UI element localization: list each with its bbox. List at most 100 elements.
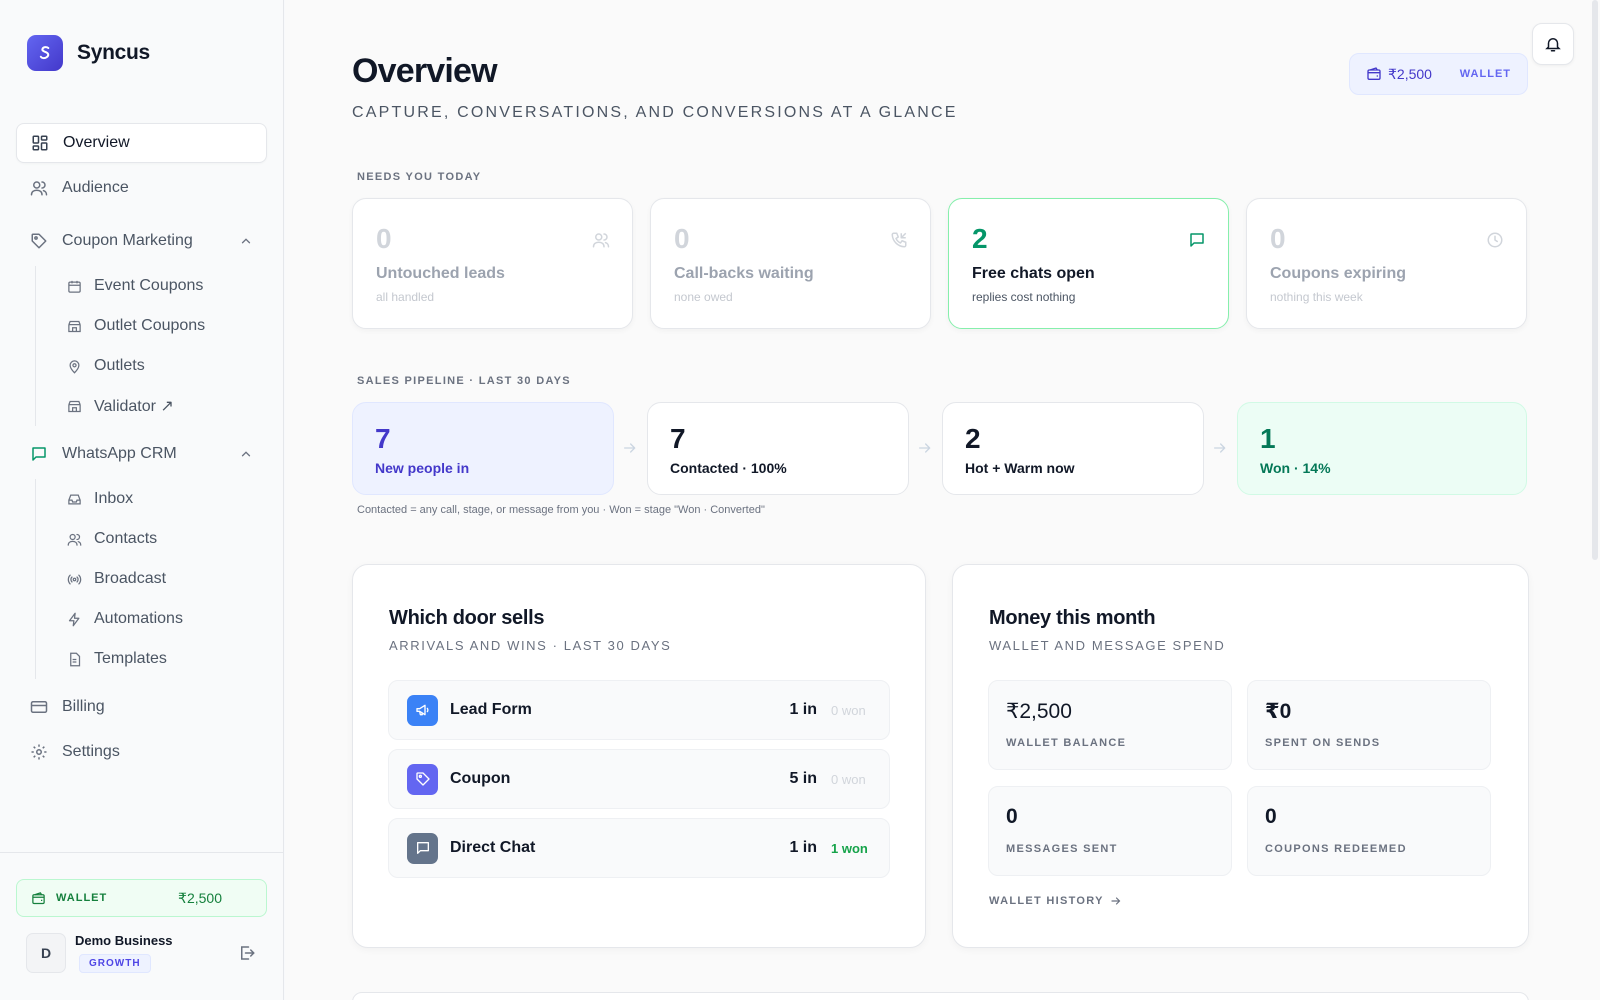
money-label: MESSAGES SENT bbox=[1006, 843, 1118, 855]
need-card-free-chats[interactable]: 2 Free chats open replies cost nothing bbox=[948, 198, 1229, 329]
sidebar-item-label: Validator ↗ bbox=[94, 398, 174, 415]
need-subtitle: nothing this week bbox=[1270, 290, 1363, 304]
sidebar-item-coupon-marketing[interactable]: Coupon Marketing bbox=[16, 221, 267, 261]
need-title: Untouched leads bbox=[376, 265, 505, 282]
need-value: 2 bbox=[972, 223, 988, 254]
sidebar-item-event-coupons[interactable]: Event Coupons bbox=[51, 266, 267, 306]
sidebar-item-label: Coupon Marketing bbox=[62, 232, 193, 249]
door-wins: 1 won bbox=[831, 840, 868, 856]
sidebar-wallet-pill[interactable]: WALLET ₹2,500 bbox=[16, 879, 267, 917]
sidebar-nav: Overview Audience Coupon Marketing Event… bbox=[16, 123, 267, 777]
sidebar-item-audience[interactable]: Audience bbox=[16, 168, 267, 208]
sidebar-item-outlets[interactable]: Outlets bbox=[51, 346, 267, 386]
door-panel-subtitle: ARRIVALS AND WINS · LAST 30 DAYS bbox=[389, 638, 672, 653]
plan-badge: GROWTH bbox=[79, 954, 151, 973]
arrow-right-icon bbox=[919, 443, 931, 453]
need-card-untouched-leads[interactable]: 0 Untouched leads all handled bbox=[352, 198, 633, 329]
brand-logo-icon bbox=[27, 35, 63, 71]
next-panel-edge bbox=[352, 992, 1529, 1000]
door-row-coupon[interactable]: Coupon 5 in 0 won bbox=[388, 749, 890, 809]
sidebar-item-templates[interactable]: Templates bbox=[51, 639, 267, 679]
sidebar-item-inbox[interactable]: Inbox bbox=[51, 479, 267, 519]
megaphone-icon bbox=[407, 694, 438, 726]
door-row-direct-chat[interactable]: Direct Chat 1 in 1 won bbox=[388, 818, 890, 878]
logout-icon[interactable] bbox=[238, 944, 256, 962]
pipeline-stage-new[interactable]: 7 New people in bbox=[352, 402, 614, 495]
pipeline-value: 2 bbox=[965, 423, 981, 454]
sidebar-item-automations[interactable]: Automations bbox=[51, 599, 267, 639]
chevron-up-icon[interactable] bbox=[239, 447, 253, 461]
door-name: Coupon bbox=[450, 770, 511, 787]
need-card-coupons-expiring[interactable]: 0 Coupons expiring nothing this week bbox=[1246, 198, 1527, 329]
need-value: 0 bbox=[376, 223, 392, 254]
sidebar-item-whatsapp-crm[interactable]: WhatsApp CRM bbox=[16, 434, 267, 474]
inbox-icon bbox=[68, 494, 81, 504]
notifications-button[interactable] bbox=[1532, 23, 1574, 65]
bell-icon bbox=[1545, 38, 1561, 52]
wallet-label: WALLET bbox=[56, 892, 108, 904]
need-card-call-backs[interactable]: 0 Call-backs waiting none owed bbox=[650, 198, 931, 329]
wallet-history-link[interactable]: WALLET HISTORY bbox=[989, 895, 1122, 907]
pipeline-title: New people in bbox=[375, 460, 470, 476]
door-wins: 0 won bbox=[831, 702, 866, 718]
sidebar-item-label: WhatsApp CRM bbox=[62, 445, 177, 462]
lightning-icon bbox=[68, 612, 80, 626]
pipeline-value: 1 bbox=[1260, 423, 1276, 454]
door-name: Lead Form bbox=[450, 701, 532, 718]
sidebar-item-label: Overview bbox=[63, 134, 130, 151]
money-card-messages-sent: 0 MESSAGES SENT bbox=[988, 786, 1232, 876]
pipeline-section-label: SALES PIPELINE · LAST 30 DAYS bbox=[357, 375, 571, 387]
header-wallet-button[interactable]: ₹2,500 WALLET bbox=[1349, 53, 1528, 95]
sidebar-item-label: Billing bbox=[62, 698, 105, 715]
users-icon bbox=[67, 533, 82, 546]
sidebar: Syncus Overview Audience Coupon Marketin… bbox=[0, 0, 284, 1000]
tag-icon bbox=[407, 763, 438, 795]
pipeline-stage-contacted[interactable]: 7 Contacted · 100% bbox=[647, 402, 909, 495]
wallet-amount: ₹2,500 bbox=[178, 889, 222, 906]
sidebar-item-label: Contacts bbox=[94, 530, 158, 547]
need-title: Coupons expiring bbox=[1270, 265, 1406, 282]
broadcast-icon bbox=[67, 574, 82, 584]
door-arrivals: 1 in bbox=[789, 701, 817, 718]
money-card-coupons-redeemed: 0 COUPONS REDEEMED bbox=[1247, 786, 1491, 876]
need-title: Call-backs waiting bbox=[674, 265, 814, 282]
sidebar-item-validator[interactable]: Validator ↗ bbox=[51, 386, 267, 426]
phone-callback-icon bbox=[891, 232, 907, 248]
chevron-up-icon[interactable] bbox=[239, 234, 253, 248]
sidebar-item-label: Outlets bbox=[94, 357, 145, 374]
pipeline-stage-won[interactable]: 1 Won · 14% bbox=[1237, 402, 1527, 495]
sidebar-item-label: Broadcast bbox=[94, 570, 167, 587]
pipeline-value: 7 bbox=[375, 423, 391, 454]
map-pin-icon bbox=[69, 359, 80, 374]
pipeline-stage-hot-warm[interactable]: 2 Hot + Warm now bbox=[942, 402, 1204, 495]
door-arrivals: 1 in bbox=[789, 839, 817, 856]
store-icon bbox=[68, 400, 81, 412]
pipeline-footnote: Contacted = any call, stage, or message … bbox=[357, 504, 765, 516]
money-label: WALLET BALANCE bbox=[1006, 737, 1127, 749]
pipeline-title: Contacted · 100% bbox=[670, 460, 787, 476]
money-panel: Money this month WALLET AND MESSAGE SPEN… bbox=[952, 564, 1529, 948]
sidebar-item-broadcast[interactable]: Broadcast bbox=[51, 559, 267, 599]
brand-name: Syncus bbox=[77, 41, 150, 64]
sidebar-item-billing[interactable]: Billing bbox=[16, 687, 267, 727]
door-wins: 0 won bbox=[831, 771, 866, 787]
sidebar-item-settings[interactable]: Settings bbox=[16, 732, 267, 772]
sidebar-item-outlet-coupons[interactable]: Outlet Coupons bbox=[51, 306, 267, 346]
need-value: 0 bbox=[674, 223, 690, 254]
money-label: COUPONS REDEEMED bbox=[1265, 843, 1407, 855]
sidebar-item-contacts[interactable]: Contacts bbox=[51, 519, 267, 559]
chat-bubble-icon bbox=[1190, 233, 1204, 247]
door-name: Direct Chat bbox=[450, 839, 536, 856]
avatar[interactable]: D bbox=[26, 933, 66, 973]
arrow-right-icon bbox=[1111, 897, 1121, 905]
scrollbar[interactable] bbox=[1592, 0, 1598, 560]
money-value: 0 bbox=[1265, 805, 1277, 828]
door-row-lead-form[interactable]: Lead Form 1 in 0 won bbox=[388, 680, 890, 740]
sidebar-item-overview[interactable]: Overview bbox=[16, 123, 267, 163]
sidebar-item-label: Outlet Coupons bbox=[94, 317, 206, 334]
coupon-marketing-submenu: Event Coupons Outlet Coupons Outlets Val… bbox=[35, 266, 267, 426]
sidebar-item-label: Automations bbox=[94, 610, 183, 627]
brand[interactable]: Syncus bbox=[27, 35, 150, 71]
sidebar-item-label: Inbox bbox=[94, 490, 134, 507]
money-card-spent-on-sends: ₹0 SPENT ON SENDS bbox=[1247, 680, 1491, 770]
